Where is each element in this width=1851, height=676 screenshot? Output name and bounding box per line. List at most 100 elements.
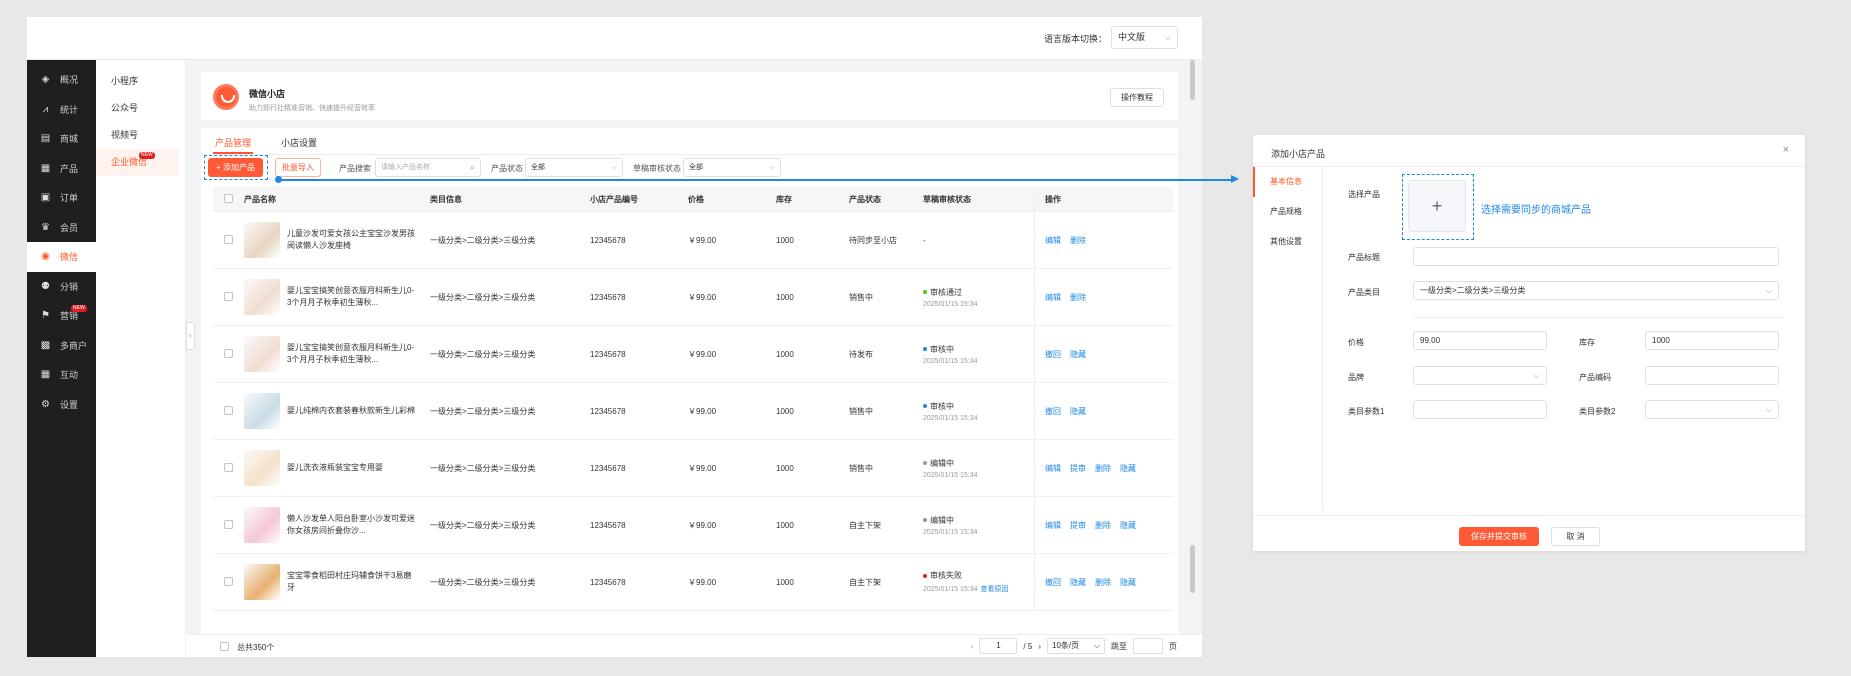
product-thumbnail[interactable] [244, 393, 280, 429]
search-input[interactable]: 请输入产品名称 ⌕ [375, 158, 481, 177]
row-action-link[interactable]: 隐藏 [1070, 577, 1086, 588]
prev-page-button[interactable]: ‹ [971, 642, 974, 651]
row-actions: 编辑 删除 [1035, 235, 1173, 246]
footer-select-all-checkbox[interactable] [220, 642, 229, 651]
row-checkbox[interactable] [224, 234, 233, 244]
row-checkbox[interactable] [224, 405, 233, 415]
dialog-tab-basic-info[interactable]: 基本信息 [1253, 167, 1322, 197]
sidebar-item[interactable]: ⩘ 统计 [27, 95, 96, 125]
row-action-link[interactable]: 删除 [1095, 577, 1111, 588]
save-and-submit-button[interactable]: 保存并提交审核 [1459, 527, 1539, 546]
page-input[interactable]: 1 [979, 638, 1018, 654]
row-checkbox-cell [213, 519, 244, 531]
pagination: ‹ 1 / 5 › 10条/页 ⌵ 跳至 页 [971, 638, 1177, 654]
sidebar-item[interactable]: ⚉ 分销 [27, 272, 96, 302]
jump-input[interactable] [1133, 638, 1163, 654]
row-action-link[interactable]: 删除 [1070, 292, 1086, 303]
sidebar-item[interactable]: ◉ 微信 [27, 242, 96, 272]
subnav-item[interactable]: 小程序 [96, 68, 185, 95]
category-param2-select[interactable]: ⌵ [1645, 400, 1779, 419]
row-checkbox[interactable] [224, 576, 233, 586]
subnav-item[interactable]: 企业微信 NEW [96, 149, 179, 176]
batch-import-button[interactable]: 批量导入 [275, 158, 321, 177]
dialog-tab-specs[interactable]: 产品规格 [1253, 197, 1322, 227]
sidebar-item-label: 分销 [60, 281, 79, 292]
product-title-input[interactable] [1413, 247, 1779, 266]
product-category-select[interactable]: 一级分类>二级分类>三级分类 ⌵ [1413, 281, 1779, 300]
new-badge: NEW [139, 152, 155, 159]
sidebar-item[interactable]: ⚑ 营销 NEW [27, 301, 96, 331]
tutorial-button[interactable]: 操作教程 [1110, 88, 1164, 107]
sidebar-item[interactable]: ⚙ 设置 [27, 390, 96, 420]
header-ops: 操作 [1045, 194, 1061, 204]
sidebar-item[interactable]: ▣ 订单 [27, 183, 96, 213]
language-select[interactable]: 中文版 ⌵ [1111, 26, 1178, 49]
row-action-link[interactable]: 隐藏 [1120, 577, 1136, 588]
row-action-link[interactable]: 隐藏 [1120, 463, 1136, 474]
product-thumbnail[interactable] [244, 507, 280, 543]
sidebar-item[interactable]: ◈ 概况 [27, 65, 96, 95]
sidebar-item[interactable]: ▦ 互动 [27, 360, 96, 390]
row-action-link[interactable]: 隐藏 [1070, 349, 1086, 360]
sidebar-item[interactable]: ▤ 商城 [27, 124, 96, 154]
stock-input[interactable]: 1000 [1645, 331, 1779, 350]
row-action-link[interactable]: 删除 [1095, 463, 1111, 474]
tab-shop-settings[interactable]: 小店设置 [279, 128, 319, 154]
store-icon: ▤ [40, 133, 51, 145]
view-reason-link[interactable]: 查看原因 [981, 586, 1009, 593]
review-filter-select[interactable]: 全部 ⌵ [683, 158, 781, 177]
row-action-link[interactable]: 撤回 [1045, 577, 1061, 588]
row-action-link[interactable]: 编辑 [1045, 235, 1061, 246]
row-action-link[interactable]: 提审 [1070, 520, 1086, 531]
row-action-link[interactable]: 编辑 [1045, 292, 1061, 303]
row-action-link[interactable]: 编辑 [1045, 463, 1061, 474]
status-filter-select[interactable]: 全部 ⌵ [525, 158, 623, 177]
row-action-link[interactable]: 撤回 [1045, 406, 1061, 417]
cancel-button[interactable]: 取 消 [1551, 527, 1600, 546]
subnav-item-label: 公众号 [111, 103, 139, 113]
product-code-input[interactable] [1645, 366, 1779, 385]
row-checkbox[interactable] [224, 462, 233, 472]
product-price: ￥99.00 [688, 406, 717, 416]
row-action-link[interactable]: 提审 [1070, 463, 1086, 474]
price-input[interactable]: 99.00 [1413, 331, 1547, 350]
chevron-down-icon: ⌵ [1765, 405, 1772, 414]
collapse-sidebar-button[interactable]: ‹ [186, 322, 195, 350]
row-action-link[interactable]: 删除 [1095, 520, 1111, 531]
row-action-link[interactable]: 删除 [1070, 235, 1086, 246]
sidebar-item[interactable]: ▩ 多商户 [27, 331, 96, 361]
row-checkbox[interactable] [224, 291, 233, 301]
row-checkbox[interactable] [224, 348, 233, 358]
product-thumbnail[interactable] [244, 450, 280, 486]
product-stock: 1000 [776, 235, 794, 245]
subnav-item[interactable]: 公众号 [96, 95, 185, 122]
brand-select[interactable]: ⌵ [1413, 366, 1547, 385]
review-time-line: 2025/01/15 15:34 [923, 472, 1034, 479]
subnav-item[interactable]: 视频号 [96, 122, 185, 149]
row-action-link[interactable]: 隐藏 [1120, 520, 1136, 531]
close-icon[interactable]: × [1783, 144, 1789, 156]
sidebar-item[interactable]: ♛ 会员 [27, 213, 96, 243]
select-all-checkbox[interactable] [224, 193, 233, 203]
row-action-link[interactable]: 隐藏 [1070, 406, 1086, 417]
review-status: 审核中 [923, 344, 1034, 355]
row-checkbox[interactable] [224, 519, 233, 529]
page-size-select[interactable]: 10条/页 ⌵ [1047, 638, 1105, 654]
dialog-tab-other-settings[interactable]: 其他设置 [1253, 227, 1322, 257]
tab-product-management[interactable]: 产品管理 [213, 128, 254, 154]
sidebar-item[interactable]: ▦ 产品 [27, 154, 96, 184]
product-thumbnail[interactable] [244, 336, 280, 372]
page-scrollbar-lower[interactable] [1190, 545, 1195, 593]
page-scrollbar[interactable] [1190, 60, 1195, 100]
row-action-link[interactable]: 编辑 [1045, 520, 1061, 531]
category-param1-input[interactable] [1413, 400, 1547, 419]
shop-subtitle: 助力即行社精准营销、快速提升经营效率 [249, 105, 375, 112]
select-product-button[interactable]: + [1408, 180, 1466, 232]
product-thumbnail[interactable] [244, 564, 280, 600]
next-page-button[interactable]: › [1038, 642, 1041, 651]
row-action-link[interactable]: 撤回 [1045, 349, 1061, 360]
product-thumbnail[interactable] [244, 279, 280, 315]
product-thumbnail[interactable] [244, 222, 280, 258]
add-product-button[interactable]: + 添加产品 [208, 158, 263, 177]
review-status-text: 审核中 [930, 401, 954, 411]
